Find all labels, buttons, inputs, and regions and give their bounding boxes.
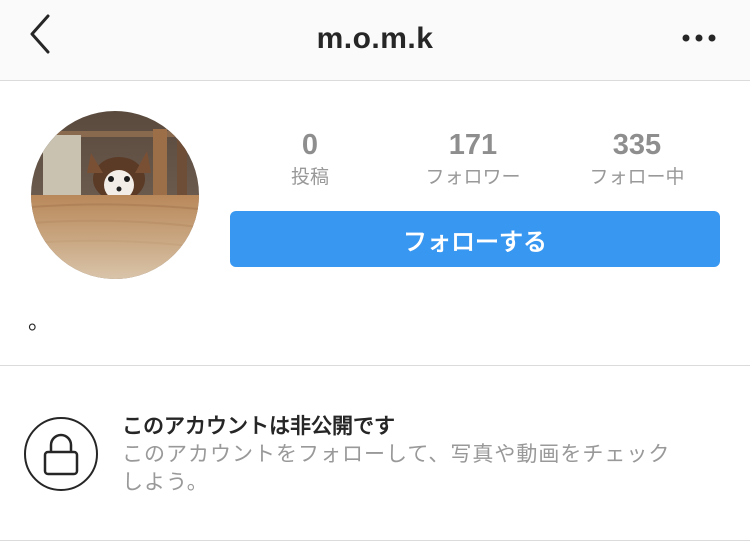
profile-page: m.o.m.k 0 投稿 171 フォロワー 335 フォロー中 フォローする … [0,0,750,547]
following-label: フォロー中 [589,166,685,188]
private-account-description: このアカウントをフォローして、写真や動画をチェックしよう。 [122,442,671,494]
profile-avatar[interactable] [31,111,199,279]
username-title: m.o.m.k [316,22,434,55]
dog-photo-image [31,111,199,279]
followers-count: 171 [448,129,498,161]
stat-following[interactable]: 335 フォロー中 [557,128,717,190]
top-nav-bar: m.o.m.k [0,0,750,81]
bottom-divider [0,540,750,541]
private-account-title: このアカウントは非公開です [122,414,395,438]
posts-count: 0 [301,129,319,161]
lock-badge [24,417,98,491]
followers-label: フォロワー [425,166,521,188]
section-divider [0,365,750,366]
more-options-button[interactable] [674,20,724,56]
profile-stats: 0 投稿 171 フォロワー 335 フォロー中 [230,128,720,192]
more-horizontal-icon [682,34,716,42]
lock-icon [43,433,79,476]
stat-posts[interactable]: 0 投稿 [230,128,390,190]
follow-button[interactable]: フォローする [230,211,720,267]
posts-label: 投稿 [290,166,329,188]
profile-bio: 。 [28,310,51,335]
stat-followers[interactable]: 171 フォロワー [393,128,553,190]
following-count: 335 [612,129,662,161]
